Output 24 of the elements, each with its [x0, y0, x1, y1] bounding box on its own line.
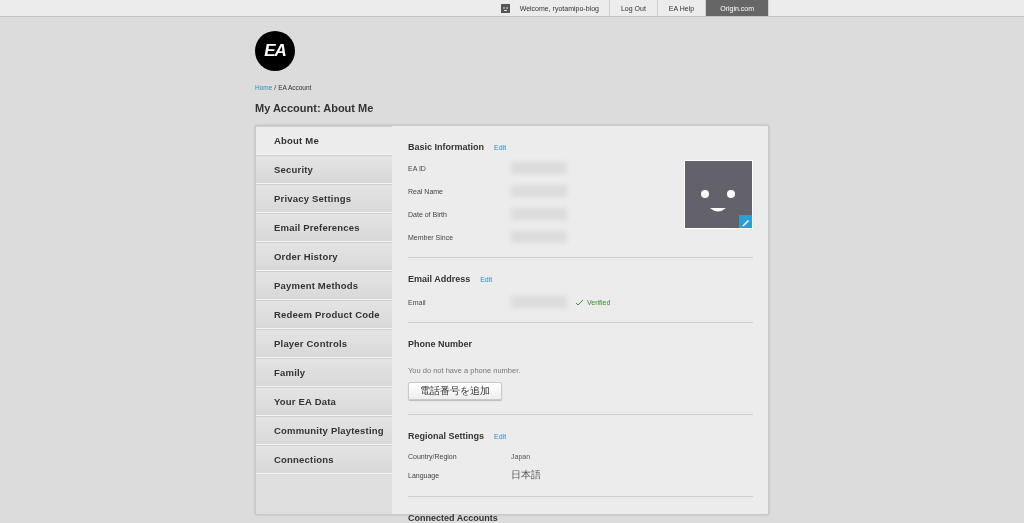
page-title: My Account: About Me: [255, 102, 375, 114]
edit-pencil-icon[interactable]: [739, 215, 752, 228]
sidebar-item[interactable]: Order History: [256, 242, 392, 271]
add-phone-button[interactable]: 電話番号を追加: [408, 382, 502, 400]
section-title: Basic Information: [408, 142, 484, 152]
sidebar-item[interactable]: Your EA Data: [256, 387, 392, 416]
sidebar-item[interactable]: Email Preferences: [256, 213, 392, 242]
section-title: Regional Settings: [408, 431, 484, 441]
check-icon: [575, 298, 584, 306]
sidebar-item[interactable]: Redeem Product Code: [256, 300, 392, 329]
sidebar-item[interactable]: Family: [256, 358, 392, 387]
ea-logo[interactable]: EA: [255, 31, 295, 71]
sidebar-item[interactable]: Privacy Settings: [256, 184, 392, 213]
sidebar-item[interactable]: About Me: [256, 126, 392, 155]
section-title: Phone Number: [408, 339, 472, 349]
field-value: 日本語: [511, 468, 541, 482]
section-title: Connected Accounts: [408, 513, 498, 523]
sidebar-item[interactable]: Connections: [256, 445, 392, 474]
section-title: Email Address: [408, 274, 471, 284]
sidebar-item[interactable]: Player Controls: [256, 329, 392, 358]
sidebar-item[interactable]: Community Playtesting: [256, 416, 392, 445]
smiley-face-icon: [701, 190, 735, 212]
sidebar-item[interactable]: Payment Methods: [256, 271, 392, 300]
sidebar-item[interactable]: Security: [256, 155, 392, 184]
